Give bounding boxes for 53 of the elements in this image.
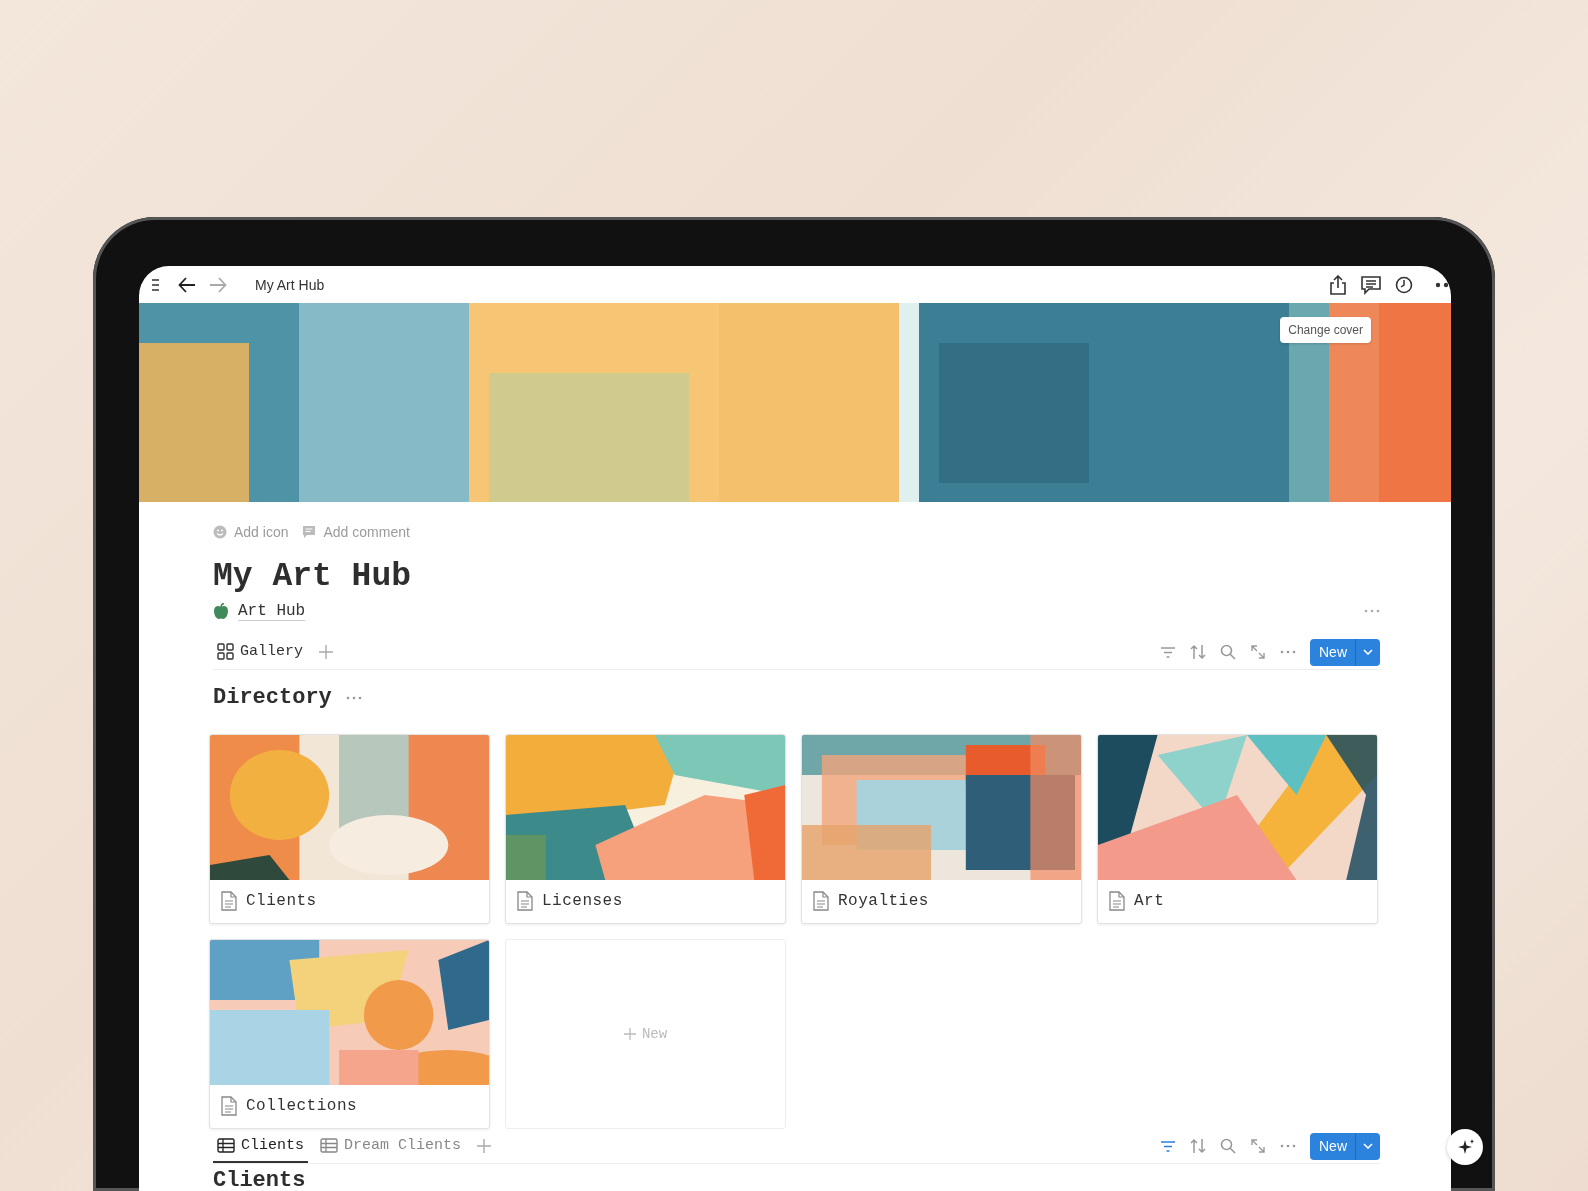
view-tab[interactable]: Dream Clients [316,1129,466,1163]
gallery-card[interactable]: Licenses [505,734,786,924]
sort-icon[interactable] [1190,644,1206,660]
gallery-card[interactable]: Art [1097,734,1378,924]
document-icon [1109,891,1125,911]
gallery-card[interactable]: Collections [209,939,490,1129]
filter-icon[interactable] [1160,1139,1176,1153]
expand-icon[interactable] [1250,1138,1266,1154]
share-icon[interactable] [1329,274,1347,295]
filter-icon[interactable] [1160,645,1176,659]
card-title: Art [1134,892,1165,910]
section-heading: Clients [213,1167,307,1191]
breadcrumb-link[interactable]: Art Hub [213,601,306,621]
clock-icon[interactable] [1395,275,1413,294]
sort-icon[interactable] [1190,1138,1206,1154]
grid-icon [217,642,234,660]
document-icon [813,891,829,911]
card-title: Royalties [838,892,929,910]
card-title: Clients [246,892,317,910]
change-cover-button[interactable]: Change cover [1280,317,1371,343]
more-icon[interactable] [1435,281,1449,288]
document-icon [517,891,533,911]
speech-bubble-icon [302,525,317,539]
search-icon[interactable] [1220,1138,1236,1154]
view-tab[interactable]: Clients [213,1129,308,1163]
comment-icon[interactable] [1360,274,1382,295]
gallery-card[interactable]: Royalties [801,734,1082,924]
document-icon [221,891,237,911]
table-icon [217,1137,235,1153]
back-arrow-icon[interactable] [178,275,196,294]
plus-icon [623,1028,636,1040]
new-label: New [641,1026,668,1042]
page-heading: My Art Hub [213,557,413,597]
new-button[interactable]: New [1310,1132,1380,1160]
search-icon[interactable] [1220,644,1236,660]
section-heading: Directory [213,684,332,712]
menu-icon[interactable] [152,277,159,292]
card-title: Collections [246,1097,358,1115]
apple-icon [213,602,229,620]
add-view-icon[interactable] [319,645,333,659]
document-icon [221,1096,237,1116]
add-view-icon[interactable] [477,1139,492,1153]
chevron-down-icon[interactable] [1363,649,1373,655]
view-tab[interactable]: Gallery [213,635,307,669]
gallery-card[interactable]: Clients [209,734,490,924]
chevron-down-icon[interactable] [1363,1143,1373,1149]
expand-icon[interactable] [1250,644,1266,660]
page-title: My Art Hub [255,276,325,293]
smiley-icon [213,525,227,539]
table-icon [320,1137,338,1153]
new-button[interactable]: New [1310,638,1380,666]
ai-assistant-button[interactable] [1447,1129,1483,1165]
card-title: Licenses [542,892,623,910]
